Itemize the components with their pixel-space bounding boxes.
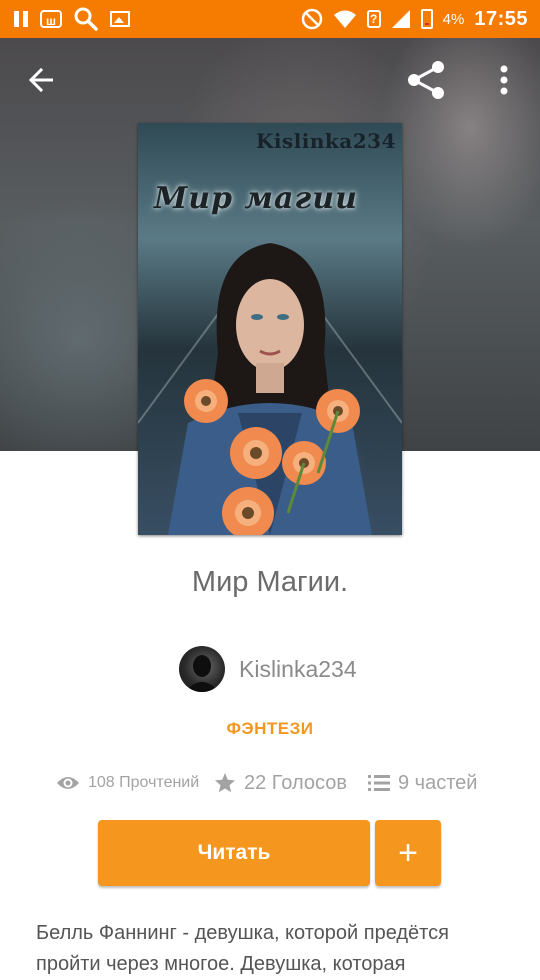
battery-icon: [420, 9, 433, 29]
arrow-left-icon: [28, 67, 53, 93]
reads-count: 108 Прочтений: [88, 774, 200, 791]
back-button[interactable]: [22, 62, 62, 98]
genre-tag[interactable]: ФЭНТЕЗИ: [0, 719, 540, 739]
cover-author-mark: Kislinka234: [255, 129, 396, 153]
author-row[interactable]: Kislinka234: [0, 646, 540, 692]
reads-stat: 108 Прочтений: [56, 766, 199, 800]
status-bar: ш ? 4% 17:55: [0, 0, 540, 38]
avatar-silhouette: [185, 655, 219, 692]
status-bar-notifications: ш: [14, 7, 130, 31]
votes-count: 22 Голосов: [244, 771, 347, 794]
battery-percent: 4%: [442, 10, 465, 28]
author-avatar[interactable]: [179, 646, 225, 692]
cover-title: Мир магии: [154, 181, 358, 216]
pause-icon: [14, 11, 28, 27]
signal-icon: [391, 10, 410, 28]
w-app-icon: ш: [40, 10, 62, 28]
image-icon: [110, 11, 130, 27]
cover-illustration: [138, 242, 402, 535]
parts-stat: 9 частей: [368, 766, 477, 800]
parts-count: 9 частей: [398, 771, 478, 794]
book-description: Белль Фаннинг - девушка, которой предётс…: [36, 922, 449, 975]
eye-icon: [57, 777, 79, 789]
unknown-sim-icon: ?: [366, 10, 381, 28]
add-to-library-button[interactable]: +: [375, 820, 441, 886]
share-icon: [408, 61, 444, 99]
share-button[interactable]: [404, 60, 448, 100]
status-bar-system: ? 4% 17:55: [301, 7, 528, 31]
read-button[interactable]: Читать: [98, 820, 370, 886]
votes-stat: 22 Голосов: [214, 766, 347, 800]
author-name[interactable]: Kislinka234: [239, 656, 357, 683]
search-icon: [74, 7, 98, 31]
wifi-icon: [333, 10, 356, 28]
do-not-disturb-icon: [301, 8, 322, 30]
more-options-button[interactable]: [492, 62, 516, 98]
star-icon: [215, 773, 235, 793]
book-title: Мир Магии.: [191, 566, 349, 598]
more-vertical-icon: [500, 65, 508, 95]
list-icon: [368, 775, 390, 791]
book-cover[interactable]: Kislinka234 Мир магии: [138, 123, 402, 535]
book-stats: 108 Прочтений 22 Голосов 9 частей: [0, 766, 540, 800]
clock: 17:55: [474, 7, 528, 30]
